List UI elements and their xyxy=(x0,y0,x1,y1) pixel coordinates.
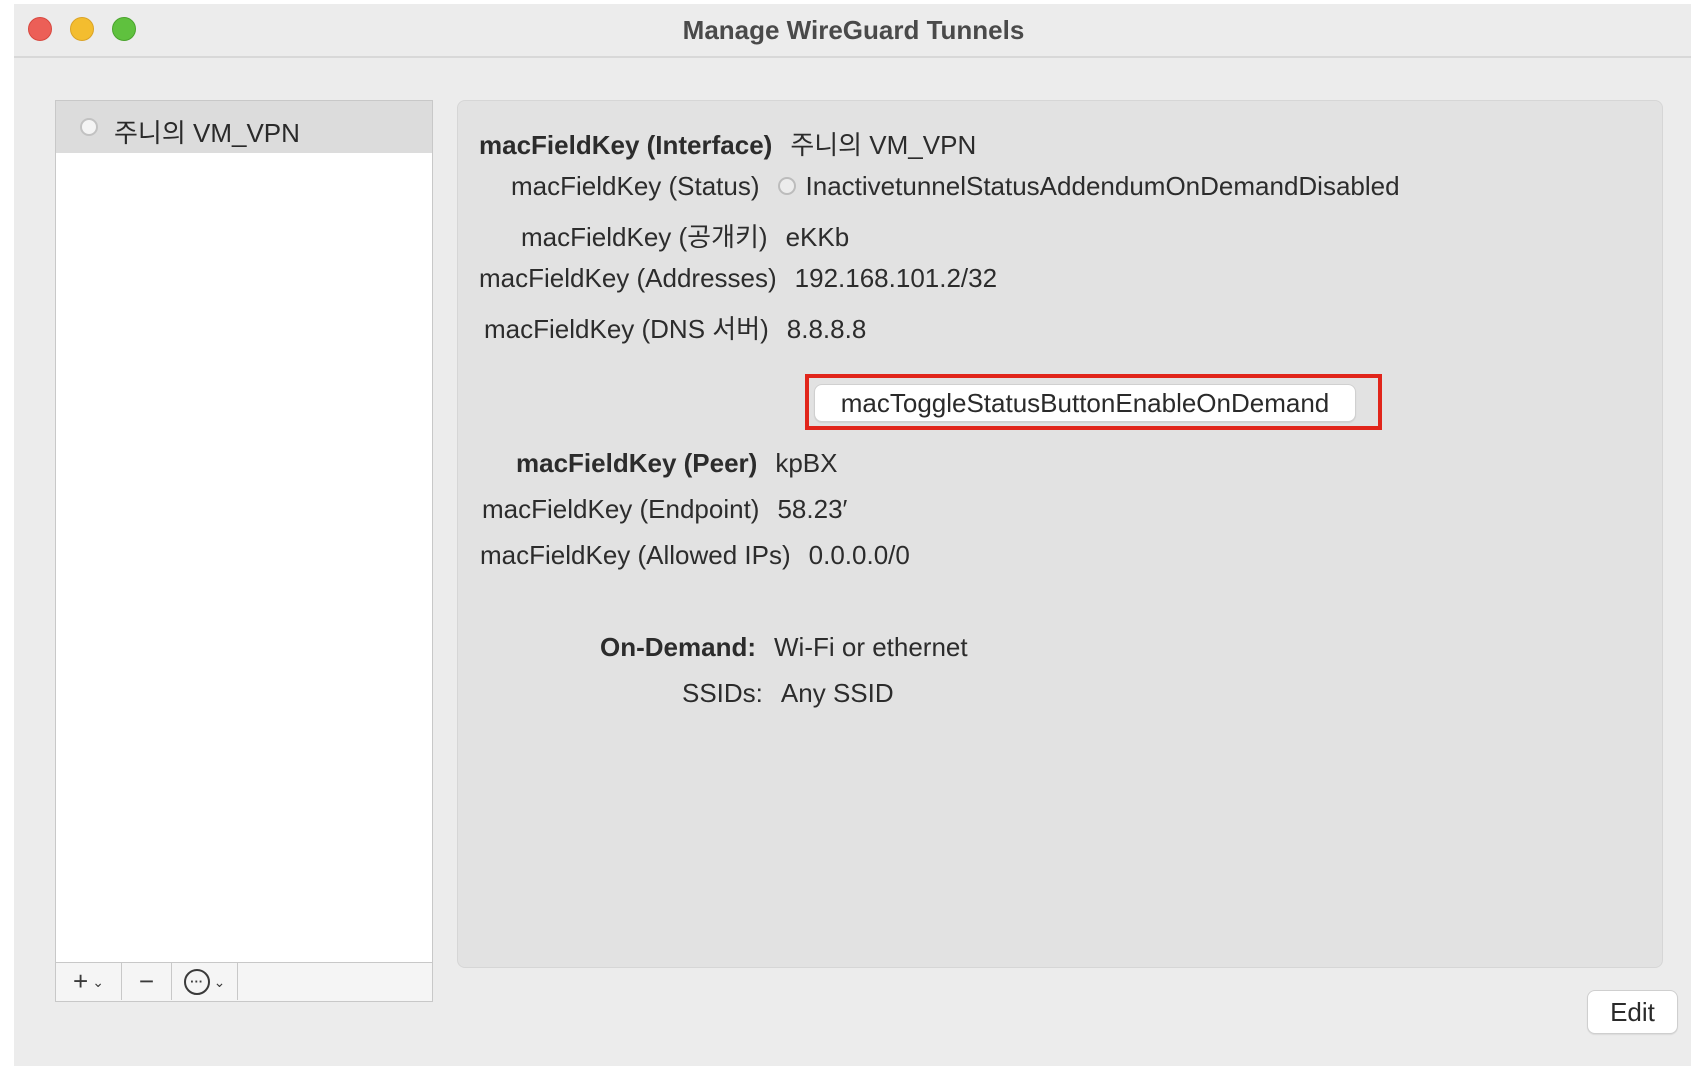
app-window: Manage WireGuard Tunnels 주니의 VM_VPN + ⌄ … xyxy=(14,4,1691,1066)
chevron-down-icon: ⌄ xyxy=(213,974,226,990)
ellipsis-icon: ··· xyxy=(190,974,204,989)
toggle-on-demand-button[interactable]: macToggleStatusButtonEnableOnDemand xyxy=(814,384,1356,422)
ssids-key: SSIDs: xyxy=(682,678,763,708)
interface-status-value: InactivetunnelStatusAddendumOnDemandDisa… xyxy=(805,171,1400,201)
ellipsis-circle-icon: ··· xyxy=(183,968,210,995)
peer-endpoint-row: macFieldKey (Endpoint) 58.23′ xyxy=(482,494,847,525)
interface-dns-key: macFieldKey (DNS 서버) xyxy=(484,314,769,344)
window-title: Manage WireGuard Tunnels xyxy=(682,15,1025,45)
ssids-row: SSIDs: Any SSID xyxy=(682,678,894,709)
chevron-down-icon: ⌄ xyxy=(92,974,104,990)
tunnel-list-item[interactable]: 주니의 VM_VPN xyxy=(56,101,432,153)
peer-endpoint-value: 58.23′ xyxy=(777,494,848,524)
interface-pubkey-key: macFieldKey (공개키) xyxy=(521,222,768,252)
interface-name-row: macFieldKey (Interface) 주니의 VM_VPN xyxy=(479,125,976,162)
interface-addresses-key: macFieldKey (Addresses) xyxy=(479,263,777,293)
more-actions-button[interactable]: ··· ⌄ xyxy=(172,963,238,1000)
add-tunnel-button[interactable]: + ⌄ xyxy=(56,963,122,1000)
edit-button[interactable]: Edit xyxy=(1587,990,1678,1034)
ssids-value: Any SSID xyxy=(780,678,894,708)
peer-allowed-ips-value: 0.0.0.0/0 xyxy=(808,540,910,570)
peer-name-key: macFieldKey (Peer) xyxy=(516,448,758,478)
plus-icon: + xyxy=(73,966,89,996)
title-bar: Manage WireGuard Tunnels xyxy=(14,4,1691,58)
minus-icon: − xyxy=(138,966,155,996)
on-demand-row: On-Demand: Wi-Fi or ethernet xyxy=(600,632,968,663)
interface-pubkey-value: eKKb xyxy=(785,222,850,252)
interface-addresses-row: macFieldKey (Addresses) 192.168.101.2/32 xyxy=(479,263,997,294)
interface-pubkey-row: macFieldKey (공개키) eKKb xyxy=(521,217,849,254)
remove-tunnel-button[interactable]: − xyxy=(122,963,172,1000)
on-demand-key: On-Demand: xyxy=(600,632,756,662)
peer-name-value: kpBX xyxy=(775,448,838,478)
peer-name-row: macFieldKey (Peer) kpBX xyxy=(516,448,837,479)
peer-allowed-ips-row: macFieldKey (Allowed IPs) 0.0.0.0/0 xyxy=(480,540,910,571)
tunnel-status-indicator-icon xyxy=(80,118,98,136)
interface-dns-row: macFieldKey (DNS 서버) 8.8.8.8 xyxy=(484,309,866,346)
interface-addresses-value: 192.168.101.2/32 xyxy=(794,263,998,293)
peer-endpoint-key: macFieldKey (Endpoint) xyxy=(482,494,760,524)
tunnel-list-item-label: 주니의 VM_VPN xyxy=(114,118,300,148)
tunnel-list-toolbar: + ⌄ − ··· ⌄ xyxy=(56,962,432,1001)
interface-name-value: 주니의 VM_VPN xyxy=(790,130,977,160)
peer-allowed-ips-key: macFieldKey (Allowed IPs) xyxy=(480,540,791,570)
interface-dns-value: 8.8.8.8 xyxy=(786,314,867,344)
tunnel-list: 주니의 VM_VPN + ⌄ − ··· ⌄ xyxy=(55,100,433,1002)
interface-name-key: macFieldKey (Interface) xyxy=(479,130,773,160)
status-indicator-icon xyxy=(777,177,796,196)
on-demand-value: Wi-Fi or ethernet xyxy=(774,632,968,662)
interface-status-row: macFieldKey (Status) InactivetunnelStatus… xyxy=(511,171,1400,202)
tunnel-detail-panel: macFieldKey (Interface) 주니의 VM_VPN macFie… xyxy=(457,100,1663,968)
interface-status-key: macFieldKey (Status) xyxy=(511,171,760,201)
